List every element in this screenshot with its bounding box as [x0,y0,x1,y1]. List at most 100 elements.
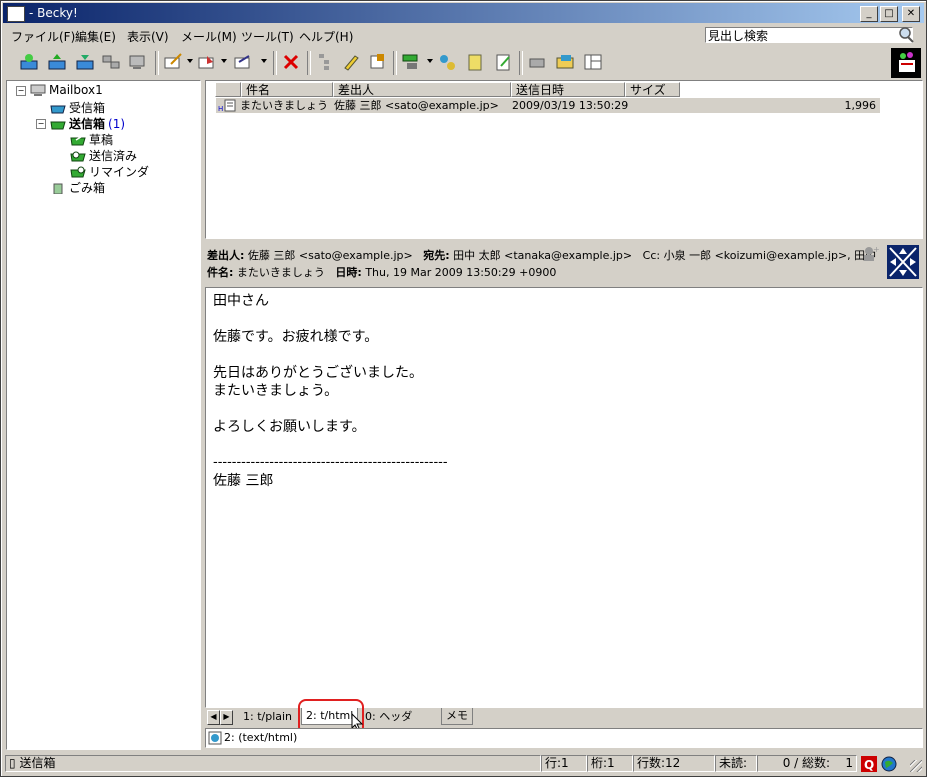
sync-icon[interactable] [101,52,121,72]
folder-mailbox1[interactable]: Mailbox1 [30,83,103,97]
folder-label: ごみ箱 [69,181,106,195]
sent-icon [70,151,86,161]
offline-icon[interactable] [127,52,147,72]
message-row[interactable]: H またいきましょう 佐藤 三郎 <sato@example.jp> 2009/… [216,98,880,113]
receive-icon[interactable] [47,52,67,72]
becky-logo-icon [891,48,921,78]
resize-grip[interactable] [910,760,922,772]
folder-label: 送信済み [89,149,138,163]
message-subject: またいきましょう [240,99,328,112]
column-header-from[interactable]: 差出人 [333,82,511,97]
folder-reminder[interactable]: リマインダ [70,163,149,180]
menu-tools[interactable]: ツール(T) [241,28,294,45]
layout-icon[interactable] [583,52,603,72]
search-icon[interactable] [897,26,915,44]
receive-all-icon[interactable] [19,52,39,72]
template-icon[interactable] [367,52,387,72]
tab-header[interactable]: 0: ヘッダ [361,709,416,725]
tab-next-button[interactable]: ▶ [220,710,233,725]
toolbar [3,47,924,79]
folder-drafts[interactable]: 草稿 [70,131,113,148]
title-bar[interactable]: - Becky! _ □ ✕ [3,3,924,23]
cc-value[interactable]: 小泉 一郎 <koizumi@example.jp>, 田中 [664,249,877,262]
message-from: 佐藤 三郎 <sato@example.jp> [334,99,499,112]
folder-outbox[interactable]: 送信箱 (1) [50,115,125,132]
attachment-label[interactable]: 2: (text/html) [224,731,297,744]
q-icon[interactable]: Q [861,756,877,772]
column-header-date[interactable]: 送信日時 [511,82,625,97]
tab-memo[interactable]: メモ [441,708,473,725]
subject-value: またいきましょう [236,266,325,279]
status-total: 1 [845,756,853,770]
message-date: 2009/03/19 13:50:29 [512,99,629,112]
folder-sent[interactable]: 送信済み [70,147,137,164]
expand-outbox-button[interactable]: − [36,119,46,129]
address-book-icon[interactable] [527,52,547,72]
minimize-button[interactable]: _ [860,6,878,22]
maximize-button[interactable]: □ [880,6,898,22]
header-toggle-icon[interactable] [887,245,919,279]
reply-icon[interactable] [197,52,217,72]
send-icon[interactable] [75,52,95,72]
body-line: 佐藤 三郎 [213,473,274,489]
message-body[interactable]: 田中さん 佐藤です。お疲れ様です。 先日はありがとうございました。 またいきまし… [205,287,923,708]
menu-mail[interactable]: メール(M) [181,28,237,45]
delete-icon[interactable] [281,52,301,72]
folder-trash[interactable]: ごみ箱 [50,179,105,196]
status-unread-label: 未読: [715,755,757,772]
menu-edit[interactable]: 編集(E) [75,28,116,45]
cc-label: Cc: [642,249,661,262]
new-mail-icon[interactable] [163,52,183,72]
menu-help[interactable]: ヘルプ(H) [299,28,353,45]
status-counts: 0 / 総数: [782,756,831,770]
body-line: 田中さん [213,293,269,309]
to-label: 宛先: [423,249,450,262]
folder-inbox[interactable]: 受信箱 [50,99,105,116]
trash-icon [53,183,63,194]
expand-root-button[interactable]: − [16,86,26,96]
reminder-icon [70,166,86,177]
folder-label: 受信箱 [69,101,106,115]
filter-icon[interactable] [401,52,421,72]
html-file-icon[interactable] [208,731,222,745]
add-contact-icon[interactable]: + [861,245,879,263]
column-header-icon[interactable] [215,82,241,97]
forward-icon[interactable] [233,52,253,72]
from-value[interactable]: 佐藤 三郎 <sato@example.jp> [248,249,413,262]
html-mail-icon: H [218,99,236,112]
column-header-subject[interactable]: 件名 [241,82,333,97]
notepad-icon[interactable] [493,52,513,72]
tab-plain[interactable]: 1: t/plain [239,709,296,725]
date-value: Thu, 19 Mar 2009 13:50:29 +0900 [365,266,557,279]
menu-file[interactable]: ファイル(F) [11,28,75,45]
drafts-icon [70,133,86,145]
globe-icon[interactable] [881,756,897,772]
computer-icon [30,84,46,96]
settings-icon[interactable] [437,52,457,72]
window-title: - Becky! [29,6,78,20]
body-line: またいきましょう。 [213,383,339,399]
status-icon: ▯ [9,756,16,770]
clipboard-icon[interactable] [465,52,485,72]
status-bar: ▯ 送信箱 行:1 桁:1 行数:12 未読: 0 / 総数: 1 Q [3,754,924,774]
tab-prev-button[interactable]: ◀ [207,710,220,725]
inbox-icon [50,105,66,113]
thread-icon[interactable] [315,52,335,72]
status-total-label: 0 / 総数: 1 [757,755,857,772]
app-icon[interactable] [7,6,25,22]
app-window: - Becky! _ □ ✕ ファイル(F) 編集(E) 表示(V) メール(M… [0,0,927,777]
subject-label: 件名: [207,266,234,279]
body-line: よろしくお願いします。 [213,419,366,435]
svg-text:H: H [218,105,223,112]
pencil-icon[interactable] [341,52,361,72]
menu-view[interactable]: 表示(V) [127,28,169,45]
folder-label: 草稿 [89,133,114,147]
folder-icon[interactable] [555,52,575,72]
body-line: 佐藤です。お疲れ様です。 [213,329,379,345]
to-value[interactable]: 田中 太郎 <tanaka@example.jp> [453,249,632,262]
status-column: 桁:1 [587,755,633,772]
outbox-icon [50,121,66,129]
column-header-size[interactable]: サイズ [625,82,680,97]
close-button[interactable]: ✕ [902,6,920,22]
header-search-input[interactable]: 見出し検索 [705,27,913,43]
